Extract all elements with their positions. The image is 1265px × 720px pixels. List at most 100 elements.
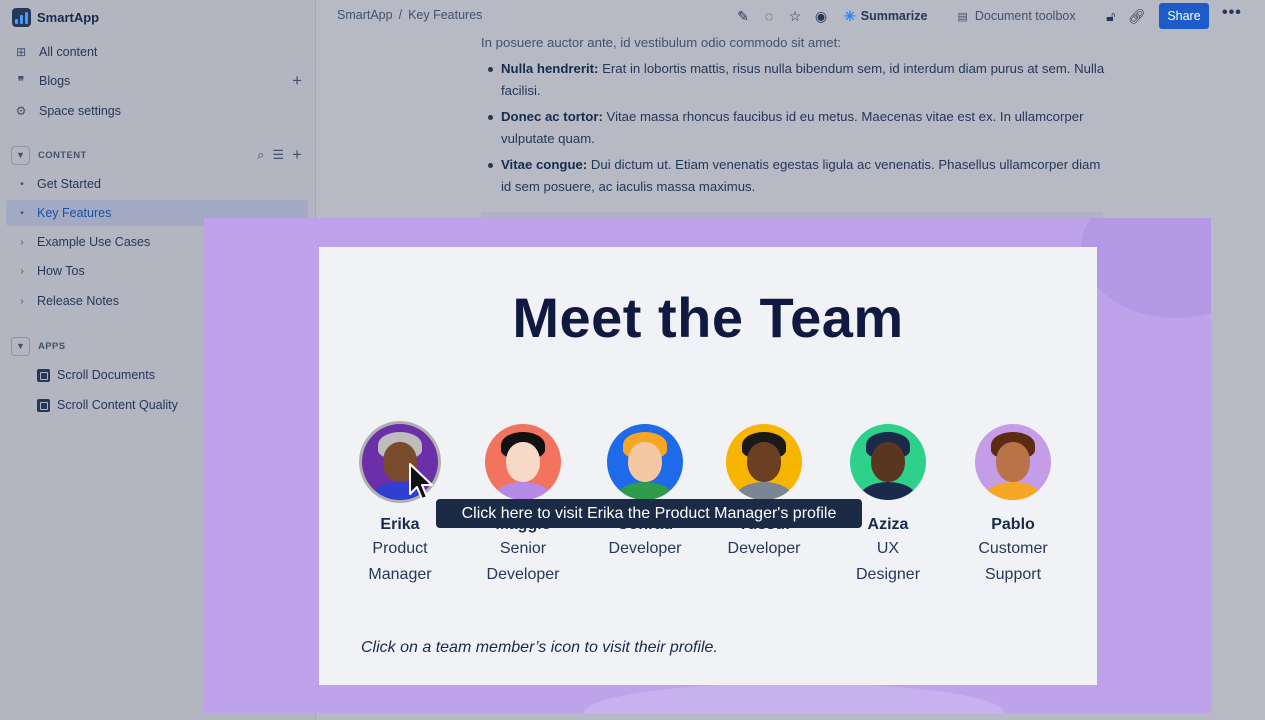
tree-item-label: Get Started [37, 177, 101, 191]
chevron-down-icon[interactable]: ▼ [11, 145, 30, 165]
toolbox-icon: ▤ [957, 10, 968, 23]
breadcrumb: SmartApp / Key Features [337, 8, 482, 22]
member-role: Developer [486, 566, 560, 583]
list-item: Vitae congue: Dui dictum ut. Etiam venen… [481, 154, 1111, 198]
filter-icon[interactable]: ☰ [272, 147, 284, 163]
toolbox-label: Document toolbox [974, 9, 1076, 23]
chevron-down-icon[interactable]: ▼ [11, 336, 30, 356]
document-toolbox-button[interactable]: ▤ Document toolbox [957, 9, 1075, 23]
sidebar-item-all-content[interactable]: ⊞ All content [0, 38, 316, 66]
content-section-header: ▼ CONTENT ⌕ ☰ + [0, 143, 316, 167]
avatar-body [495, 482, 551, 500]
top-bar: SmartApp / Key Features ✎ ◌ ☆ ◉ ✳ Summar… [316, 0, 1265, 32]
list-item-text: Dui dictum ut. Etiam venenatis egestas l… [501, 157, 1101, 194]
member-role: Senior [499, 540, 547, 557]
list-item: Donec ac tortor: Vitae massa rhoncus fau… [481, 106, 1111, 150]
tree-item-get-started[interactable]: • Get Started [6, 171, 308, 197]
member-role: Product [372, 540, 428, 557]
avatar-body [617, 482, 673, 500]
decorative-blob [1081, 218, 1211, 318]
team-member-pablo[interactable]: Pablo Customer Support [943, 424, 1083, 588]
member-role: Manager [368, 566, 432, 583]
unlock-icon[interactable]: 🔓︎ [1098, 8, 1124, 25]
list-item: Nulla hendrerit: Erat in lobortis mattis… [481, 58, 1111, 102]
search-icon[interactable]: ⌕ [257, 147, 264, 163]
section-label: CONTENT [38, 149, 87, 161]
mouse-cursor-icon [409, 463, 433, 500]
profile-tooltip: Click here to visit Erika the Product Ma… [436, 499, 862, 528]
sidebar-item-blogs[interactable]: ❞ Blogs + [0, 67, 316, 95]
more-options-icon[interactable]: ••• [1222, 4, 1242, 22]
bullet-icon: • [20, 178, 24, 190]
avatar-body [985, 482, 1041, 500]
edit-pencil-icon[interactable]: ✎ [730, 8, 756, 25]
avatar-face [747, 442, 781, 482]
member-role: Developer [727, 540, 801, 557]
sidebar-item-label: Space settings [39, 104, 121, 118]
member-role: Support [984, 566, 1042, 583]
scroll-content-quality-icon [37, 398, 50, 412]
quote-icon: ❞ [17, 74, 25, 88]
breadcrumb-page[interactable]: Key Features [408, 8, 482, 22]
chevron-right-icon[interactable]: › [14, 237, 30, 248]
list-item-term: Nulla hendrerit: [501, 61, 599, 76]
sidebar-item-label: All content [39, 45, 98, 59]
section-label: APPS [38, 340, 66, 352]
app-name: SmartApp [37, 9, 100, 25]
star-icon[interactable]: ☆ [782, 8, 808, 25]
tree-item-label: Release Notes [37, 294, 119, 308]
app-logo-icon [12, 7, 31, 27]
avatar-yussuf[interactable] [726, 424, 802, 500]
team-card-title: Meet the Team [512, 286, 904, 349]
avatar-body [736, 482, 792, 500]
member-role: Designer [855, 566, 921, 583]
list-item-term: Vitae congue: [501, 157, 588, 172]
page-body: In posuere auctor ante, id vestibulum od… [481, 34, 1111, 198]
team-card-hint: Click on a team member’s icon to visit t… [361, 639, 718, 656]
gear-icon: ⚙ [15, 104, 27, 118]
bullet-icon: • [20, 207, 24, 219]
sidebar-item-space-settings[interactable]: ⚙ Space settings [0, 97, 316, 125]
avatar-aziza[interactable] [850, 424, 926, 500]
avatar-face [871, 442, 905, 482]
app-logo-row[interactable]: SmartApp [12, 6, 99, 28]
app-item-scroll-content-quality[interactable]: Scroll Content Quality [37, 393, 178, 417]
decorative-blob [584, 683, 1004, 713]
grid-icon: ⊞ [15, 45, 27, 59]
avatar-conrad[interactable] [607, 424, 683, 500]
chevron-right-icon[interactable]: › [14, 296, 30, 307]
member-name: Pablo [991, 516, 1035, 533]
breadcrumb-separator: / [398, 8, 403, 22]
avatar-body [860, 482, 916, 500]
comment-icon[interactable]: ◌ [756, 8, 782, 24]
avatar-face [628, 442, 662, 482]
scroll-documents-icon [37, 368, 50, 382]
team-member-yussuf[interactable]: Yussuf Developer [694, 424, 834, 562]
breadcrumb-space[interactable]: SmartApp [337, 8, 393, 22]
app-item-label: Scroll Documents [57, 368, 155, 382]
chevron-right-icon[interactable]: › [14, 266, 30, 277]
member-role: UX [876, 540, 900, 557]
paragraph: In posuere auctor ante, id vestibulum od… [481, 35, 841, 50]
add-content-icon[interactable]: + [292, 145, 302, 165]
watch-eye-icon[interactable]: ◉ [808, 8, 834, 25]
tree-item-label: Example Use Cases [37, 235, 151, 249]
avatar-face [506, 442, 540, 482]
app-item-scroll-documents[interactable]: Scroll Documents [37, 363, 155, 387]
app-item-label: Scroll Content Quality [57, 398, 178, 412]
sidebar-item-label: Blogs [39, 74, 71, 88]
share-button[interactable]: Share [1159, 3, 1209, 29]
avatar-maggie[interactable] [485, 424, 561, 500]
sparkle-icon: ✳ [844, 7, 856, 24]
avatar-face [996, 442, 1030, 482]
avatar-pablo[interactable] [975, 424, 1051, 500]
summarize-button[interactable]: ✳ Summarize [844, 8, 927, 25]
link-icon[interactable]: 🔗︎ [1124, 8, 1150, 25]
list-item-term: Donec ac tortor: [501, 109, 603, 124]
add-blog-icon[interactable]: + [292, 71, 302, 91]
tree-item-label: Key Features [37, 206, 112, 220]
team-card: Meet the Team Erika Product Manager Magg… [319, 247, 1097, 685]
summarize-label: Summarize [860, 9, 928, 23]
tree-item-label: How Tos [37, 264, 85, 278]
embedded-team-graphic: Meet the Team Erika Product Manager Magg… [204, 218, 1211, 713]
